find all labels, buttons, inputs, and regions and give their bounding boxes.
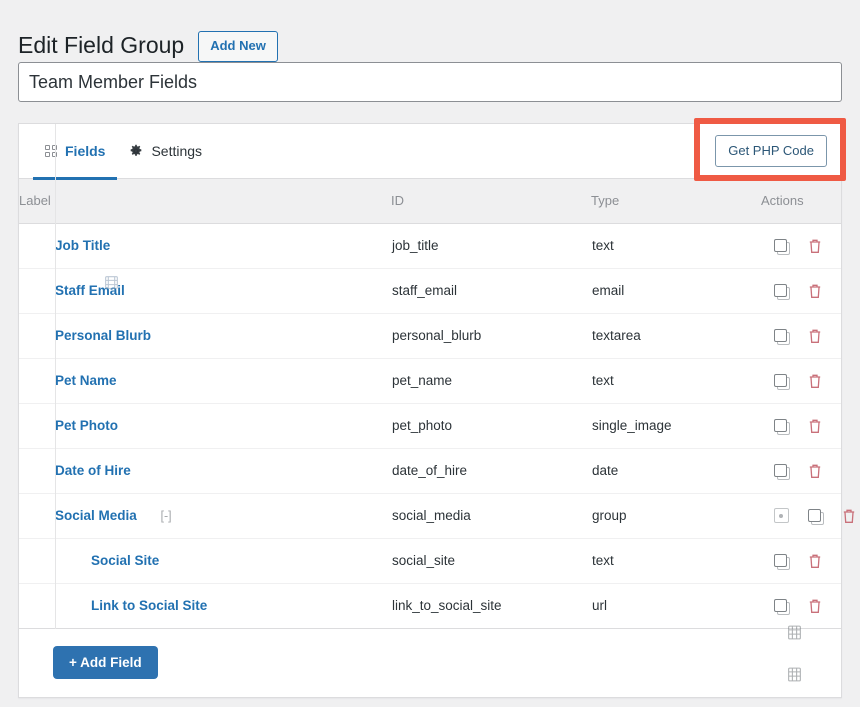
duplicate-icon[interactable] xyxy=(770,370,792,392)
duplicate-icon[interactable] xyxy=(770,550,792,572)
group-collapse-toggle[interactable]: [-] xyxy=(161,509,172,523)
field-type-cell: text xyxy=(591,358,761,404)
tab-fields[interactable]: Fields xyxy=(33,124,118,180)
field-label-link[interactable]: Link to Social Site xyxy=(91,598,207,613)
trash-icon[interactable] xyxy=(804,325,826,347)
field-id-cell: staff_email xyxy=(391,268,591,314)
duplicate-icon[interactable] xyxy=(770,595,792,617)
php-code-button-wrapper: Get PHP Code xyxy=(715,134,827,168)
trash-icon[interactable] xyxy=(804,235,826,257)
field-type-cell: text xyxy=(591,538,761,584)
field-group-title-wrapper xyxy=(18,62,842,102)
field-id-cell: social_site xyxy=(391,538,591,584)
field-id-cell: pet_photo xyxy=(391,403,591,449)
collapse-group-icon[interactable] xyxy=(770,505,792,527)
duplicate-icon[interactable] xyxy=(770,325,792,347)
field-actions-cell xyxy=(761,268,841,314)
table-row[interactable]: Social Site social_site text xyxy=(19,538,841,584)
field-id-cell: personal_blurb xyxy=(391,313,591,359)
fields-table: Label ID Type Actions Job Title job_titl… xyxy=(19,179,854,629)
field-actions-cell xyxy=(761,223,841,269)
fields-table-body: Job Title job_title text Staff Email sta… xyxy=(19,223,854,629)
field-actions-cell xyxy=(761,583,841,629)
field-type-cell: single_image xyxy=(591,403,761,449)
field-type-cell: group xyxy=(591,493,761,539)
add-field-button[interactable]: + Add Field xyxy=(53,645,158,680)
field-actions-cell xyxy=(761,403,841,449)
field-label-link[interactable]: Personal Blurb xyxy=(55,328,151,343)
trash-icon[interactable] xyxy=(804,280,826,302)
field-actions-cell xyxy=(761,448,841,494)
field-id-cell: date_of_hire xyxy=(391,448,591,494)
field-label-link[interactable]: Pet Name xyxy=(55,373,117,388)
gear-icon xyxy=(129,144,143,158)
trash-icon[interactable] xyxy=(838,505,860,527)
field-label-link[interactable]: Pet Photo xyxy=(55,418,118,433)
field-id-cell: job_title xyxy=(391,223,591,269)
duplicate-icon[interactable] xyxy=(770,235,792,257)
trash-icon[interactable] xyxy=(804,595,826,617)
field-type-cell: url xyxy=(591,583,761,629)
field-label-link[interactable]: Job Title xyxy=(55,238,110,253)
edit-field-group-page: Edit Field Group Add New Fields xyxy=(0,0,860,707)
tab-settings-label: Settings xyxy=(151,143,203,159)
field-actions-cell xyxy=(761,493,854,539)
field-actions-cell xyxy=(761,538,841,584)
field-label-link[interactable]: Social Site xyxy=(91,553,159,568)
table-row-group[interactable]: Social Media [-] social_media group xyxy=(19,493,854,539)
table-row[interactable]: Date of Hire date_of_hire date xyxy=(19,448,841,494)
field-actions-cell xyxy=(761,358,841,404)
duplicate-icon[interactable] xyxy=(770,280,792,302)
column-header-id: ID xyxy=(391,179,591,224)
add-new-button[interactable]: Add New xyxy=(198,31,278,62)
field-type-cell: text xyxy=(591,223,761,269)
field-id-cell: social_media xyxy=(391,493,591,539)
trash-icon[interactable] xyxy=(804,415,826,437)
table-row[interactable]: Staff Email staff_email email xyxy=(19,268,841,314)
trash-icon[interactable] xyxy=(804,370,826,392)
get-php-code-button[interactable]: Get PHP Code xyxy=(715,134,827,168)
field-actions-cell xyxy=(761,313,841,359)
field-label-link[interactable]: Social Media xyxy=(55,508,137,523)
table-header-row: Label ID Type Actions xyxy=(19,179,841,224)
tab-settings[interactable]: Settings xyxy=(117,124,214,179)
field-id-cell: link_to_social_site xyxy=(391,583,591,629)
panel-tabs: Fields Settings Get PHP Code xyxy=(19,124,841,180)
trash-icon[interactable] xyxy=(804,550,826,572)
tab-fields-label: Fields xyxy=(65,143,106,159)
column-header-actions: Actions xyxy=(761,179,841,224)
field-type-cell: textarea xyxy=(591,313,761,359)
field-id-cell: pet_name xyxy=(391,358,591,404)
field-type-cell: date xyxy=(591,448,761,494)
duplicate-icon[interactable] xyxy=(770,415,792,437)
panel-footer: + Add Field xyxy=(19,628,841,697)
fields-table-head: Label ID Type Actions xyxy=(19,179,841,224)
duplicate-icon[interactable] xyxy=(804,505,826,527)
field-label-link[interactable]: Staff Email xyxy=(55,283,125,298)
table-row[interactable]: Link to Social Site link_to_social_site … xyxy=(19,583,841,629)
table-row[interactable]: Job Title job_title text xyxy=(19,223,841,269)
field-type-cell: email xyxy=(591,268,761,314)
table-row[interactable]: Personal Blurb personal_blurb textarea xyxy=(19,313,841,359)
field-label-link[interactable]: Date of Hire xyxy=(55,463,131,478)
fields-panel: Fields Settings Get PHP Code Label ID Ty… xyxy=(18,123,854,698)
page-title: Edit Field Group xyxy=(18,32,185,59)
column-header-label: Label xyxy=(19,179,391,224)
table-row[interactable]: Pet Photo pet_photo single_image xyxy=(19,403,841,449)
trash-icon[interactable] xyxy=(804,460,826,482)
duplicate-icon[interactable] xyxy=(770,460,792,482)
table-row[interactable]: Pet Name pet_name text xyxy=(19,358,841,404)
column-header-type: Type xyxy=(591,179,761,224)
field-group-title-input[interactable] xyxy=(18,62,842,102)
